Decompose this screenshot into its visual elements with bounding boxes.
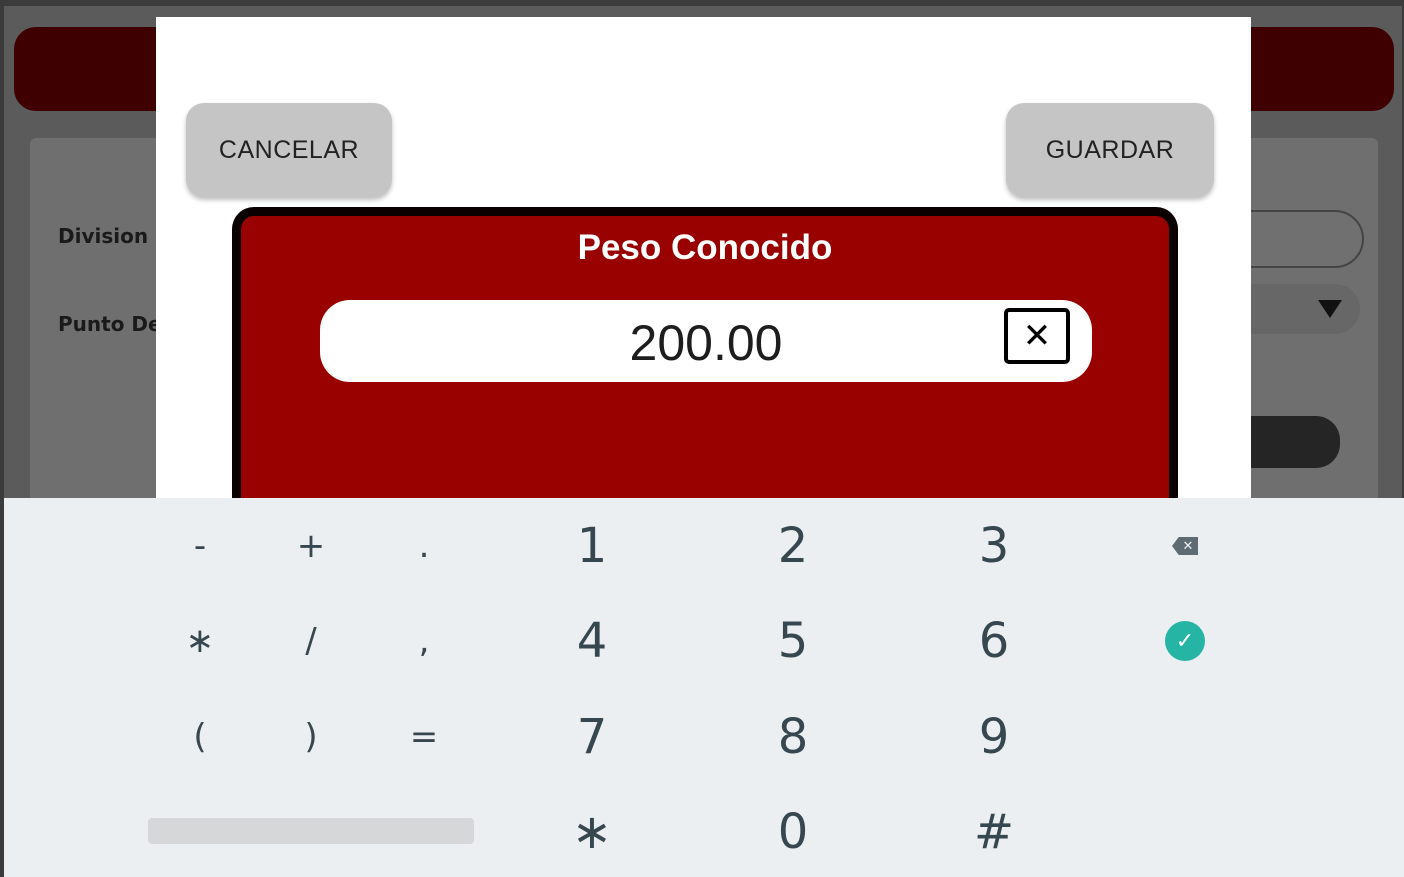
close-box-icon[interactable]: ✕ [1004, 308, 1070, 364]
backspace-icon: ✕ [1172, 537, 1198, 555]
key-0[interactable]: 0 [738, 792, 848, 872]
key-period[interactable]: . [369, 506, 479, 586]
key-open-paren[interactable]: ( [145, 697, 255, 777]
known-weight-dialog: CANCELAR GUARDAR Peso Conocido 200.00 ✕ [156, 17, 1251, 498]
key-star[interactable]: ∗ [537, 792, 647, 872]
cancel-button[interactable]: CANCELAR [186, 103, 392, 197]
panel-title: Peso Conocido [577, 228, 833, 267]
key-close-paren[interactable]: ) [256, 697, 366, 777]
key-6[interactable]: 6 [939, 601, 1049, 681]
dropdown-arrow-icon [1318, 300, 1342, 318]
key-4[interactable]: 4 [537, 601, 647, 681]
known-weight-panel: Peso Conocido 200.00 ✕ [232, 207, 1178, 498]
key-1[interactable]: 1 [537, 506, 647, 586]
weight-value[interactable]: 200.00 [320, 300, 1092, 382]
weight-input[interactable]: 200.00 ✕ [320, 300, 1092, 382]
key-3[interactable]: 3 [939, 506, 1049, 586]
key-minus[interactable]: - [145, 506, 255, 586]
key-asterisk[interactable]: ∗ [145, 601, 255, 681]
key-slash[interactable]: / [256, 601, 366, 681]
key-5[interactable]: 5 [738, 601, 848, 681]
save-button[interactable]: GUARDAR [1006, 103, 1214, 197]
key-7[interactable]: 7 [537, 697, 647, 777]
enter-key[interactable]: ✓ [1130, 601, 1240, 681]
key-plus[interactable]: + [256, 506, 366, 586]
backspace-key[interactable]: ✕ [1130, 506, 1240, 586]
key-equals[interactable]: = [369, 697, 479, 777]
key-comma[interactable]: , [369, 601, 479, 681]
numeric-keyboard: - + . 1 2 3 ✕ ∗ / , 4 5 6 ✓ ( ) = 7 8 9 … [4, 498, 1404, 877]
key-2[interactable]: 2 [738, 506, 848, 586]
key-9[interactable]: 9 [939, 697, 1049, 777]
key-8[interactable]: 8 [738, 697, 848, 777]
check-circle-icon: ✓ [1165, 621, 1205, 661]
space-key[interactable] [148, 818, 474, 844]
key-hash[interactable]: # [939, 792, 1049, 872]
